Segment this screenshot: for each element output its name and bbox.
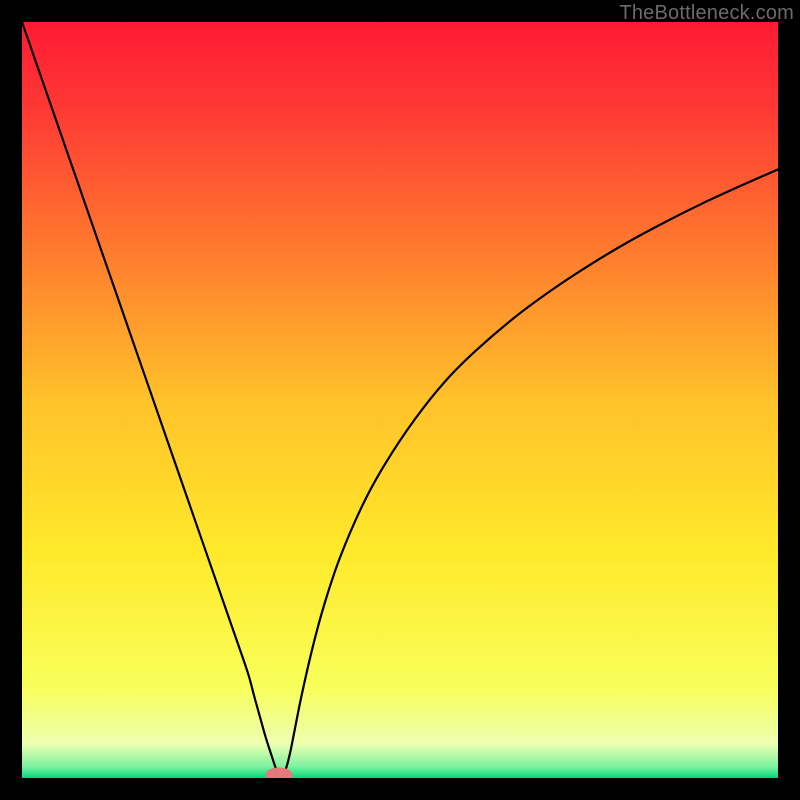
gradient-background	[22, 22, 778, 778]
watermark-text: TheBottleneck.com	[619, 2, 794, 25]
bottleneck-chart	[22, 22, 778, 778]
chart-frame	[22, 22, 778, 778]
